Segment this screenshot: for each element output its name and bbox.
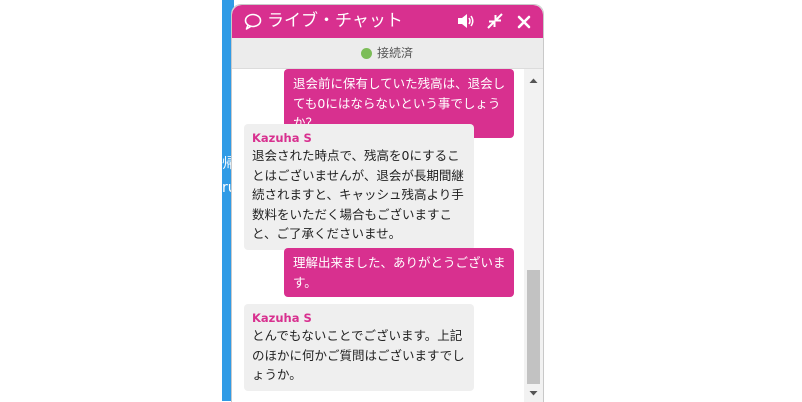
agent-name: Kazuha S	[252, 131, 312, 145]
speaker-icon[interactable]	[457, 13, 475, 33]
agent-name: Kazuha S	[252, 311, 312, 325]
speech-bubble-icon	[244, 13, 262, 34]
message-text: とんでもないことでございます。上記のほかに何かご質問はございますでしょうか。	[252, 328, 465, 382]
status-label: 接続済	[377, 46, 414, 60]
agent-message: Kazuha S 退会された時点で、残高を0にすることはございませんが、退会が長…	[244, 124, 474, 250]
scroll-down-arrow-icon[interactable]	[524, 385, 543, 401]
live-chat-window: ライブ・チャット 接続済 退会前に保有していた残高は、退会しても0にはならないと…	[231, 4, 544, 402]
chat-title: ライブ・チャット	[267, 11, 403, 31]
close-icon[interactable]	[517, 14, 531, 33]
agent-message: Kazuha S とんでもないことでございます。上記のほかに何かご質問はございま…	[244, 304, 474, 391]
message-list[interactable]: 退会前に保有していた残高は、退会しても0にはならないという事でしょうか？ Kaz…	[232, 69, 524, 402]
message-text: 退会された時点で、残高を0にすることはございませんが、退会が長期間継続されますと…	[252, 148, 464, 241]
scrollbar-thumb[interactable]	[527, 270, 540, 384]
vertical-scrollbar[interactable]	[524, 69, 543, 402]
message-text: 理解出来ました、ありがとうございます。	[293, 255, 506, 290]
chat-header: ライブ・チャット	[232, 5, 543, 38]
status-indicator-dot	[361, 48, 372, 59]
connection-status-bar: 接続済	[232, 38, 543, 69]
scroll-up-arrow-icon[interactable]	[524, 73, 543, 89]
user-message: 理解出来ました、ありがとうございます。	[284, 248, 514, 297]
minimize-arrows-icon[interactable]	[487, 13, 503, 33]
